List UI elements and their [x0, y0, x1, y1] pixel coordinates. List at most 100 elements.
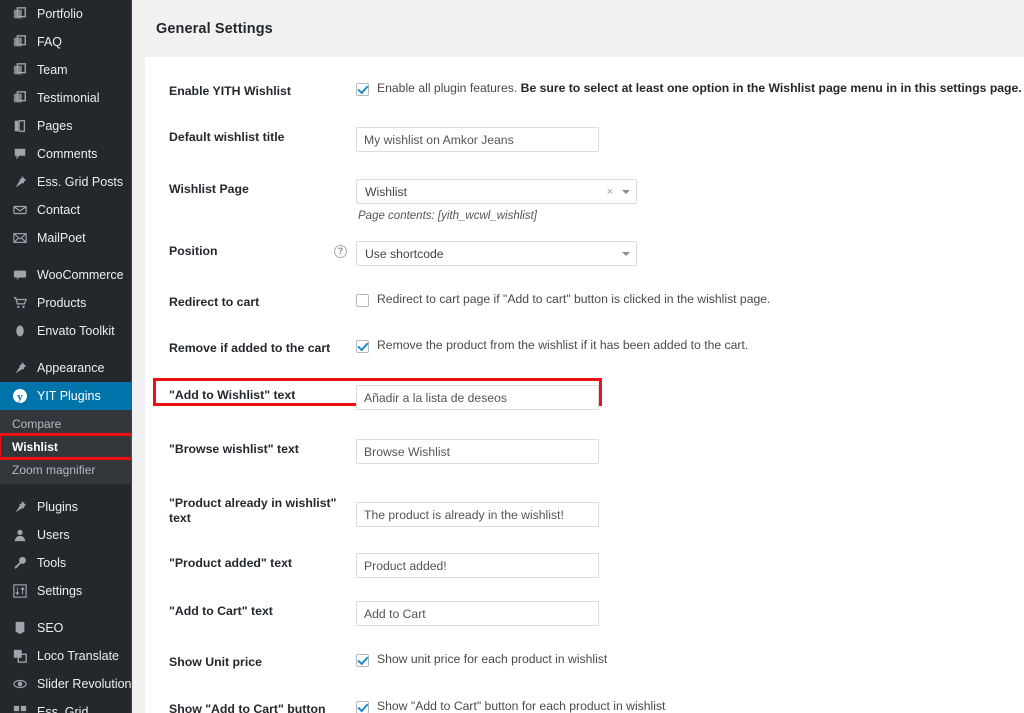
- row-field: [355, 553, 1024, 578]
- sidebar-item-ess-grid-posts[interactable]: Ess. Grid Posts: [0, 168, 132, 196]
- position-select[interactable]: Use shortcode: [356, 241, 637, 266]
- remove-if-added-control[interactable]: Remove the product from the wishlist if …: [356, 338, 1024, 353]
- row-label: Enable YITH Wishlist: [169, 84, 291, 98]
- row-remove-if-added: Remove if added to the cart Remove the p…: [145, 338, 1024, 356]
- submenu-item-wishlist[interactable]: Wishlist: [0, 433, 132, 460]
- row-browse-wishlist-text: "Browse wishlist" text: [145, 439, 1024, 464]
- grid-icon: [10, 702, 30, 713]
- product-added-text-input[interactable]: [356, 553, 599, 578]
- row-label: Default wishlist title: [169, 130, 285, 144]
- row-field: Remove the product from the wishlist if …: [355, 338, 1024, 353]
- yith-icon: y: [10, 386, 30, 406]
- enable-wishlist-checkbox[interactable]: [356, 83, 369, 96]
- redirect-cart-checkbox[interactable]: [356, 294, 369, 307]
- row-show-add-to-cart-button: Show "Add to Cart" button Show "Add to C…: [145, 699, 1024, 713]
- show-add-to-cart-button-checkbox[interactable]: [356, 701, 369, 713]
- sidebar-item-label: FAQ: [37, 34, 63, 49]
- show-unit-price-checkbox[interactable]: [356, 654, 369, 667]
- sidebar-item-ess-grid[interactable]: Ess. Grid: [0, 698, 132, 713]
- show-unit-price-control[interactable]: Show unit price for each product in wish…: [356, 652, 1024, 667]
- main-content: General Settings Enable YITH Wishlist En…: [132, 0, 1024, 713]
- sidebar-item-label: YIT Plugins: [37, 388, 101, 403]
- wishlist-page-hint: Page contents: [yith_wcwl_wishlist]: [358, 210, 537, 222]
- sidebar-item-yit-plugins[interactable]: y YIT Plugins: [0, 382, 132, 410]
- row-label: "Product already in wishlist" text: [169, 496, 337, 525]
- chevron-down-icon[interactable]: [622, 251, 630, 256]
- show-add-to-cart-button-description: Show "Add to Cart" button for each produ…: [377, 699, 666, 713]
- already-in-wishlist-text-input[interactable]: [356, 502, 599, 527]
- submenu-item-label: Compare: [12, 416, 62, 431]
- sidebar-item-plugins[interactable]: Plugins: [0, 493, 132, 521]
- row-label: "Add to Wishlist" text: [169, 388, 296, 402]
- row-field: Show unit price for each product in wish…: [355, 652, 1024, 667]
- sidebar-item-slider-revolution[interactable]: Slider Revolution: [0, 670, 132, 698]
- add-to-wishlist-text-input[interactable]: [356, 385, 599, 410]
- sidebar-item-label: Slider Revolution: [37, 676, 132, 691]
- sidebar-item-label: Ess. Grid: [37, 704, 89, 713]
- page-header: General Settings: [132, 0, 1024, 57]
- portfolio-icon: [10, 4, 30, 24]
- sidebar-item-pages[interactable]: Pages: [0, 112, 132, 140]
- row-field: Show "Add to Cart" button for each produ…: [355, 699, 1024, 713]
- row-label: Show "Add to Cart" button: [169, 702, 326, 713]
- default-wishlist-title-input[interactable]: [356, 127, 599, 152]
- sidebar-item-users[interactable]: Users: [0, 521, 132, 549]
- sidebar-item-faq[interactable]: FAQ: [0, 28, 132, 56]
- sidebar-item-team[interactable]: Team: [0, 56, 132, 84]
- browse-wishlist-text-input[interactable]: [356, 439, 599, 464]
- row-default-title: Default wishlist title: [145, 127, 1024, 152]
- sidebar-item-appearance[interactable]: Appearance: [0, 354, 132, 382]
- faq-icon: [10, 32, 30, 52]
- show-unit-price-description: Show unit price for each product in wish…: [377, 652, 608, 666]
- sidebar-item-woocommerce[interactable]: WooCommerce: [0, 261, 132, 289]
- row-label: Redirect to cart: [169, 295, 260, 309]
- sidebar-separator: [0, 484, 132, 493]
- sidebar-item-label: Pages: [37, 118, 73, 133]
- plugin-icon: [10, 497, 30, 517]
- brush-icon: [10, 358, 30, 378]
- help-icon[interactable]: ?: [334, 245, 347, 258]
- sidebar-item-seo[interactable]: SEO: [0, 614, 132, 642]
- show-add-to-cart-button-control[interactable]: Show "Add to Cart" button for each produ…: [356, 699, 1024, 713]
- sidebar-item-products[interactable]: Products: [0, 289, 132, 317]
- row-field: Wishlist × Page contents: [yith_wcwl_wis…: [355, 179, 1024, 222]
- row-field: [355, 439, 1024, 464]
- row-field: Enable all plugin features. Be sure to s…: [355, 81, 1024, 96]
- admin-sidebar: Portfolio FAQ Team Testimonial Pages Com…: [0, 0, 132, 713]
- sidebar-item-portfolio[interactable]: Portfolio: [0, 0, 132, 28]
- sidebar-item-label: Appearance: [37, 360, 105, 375]
- wishlist-page-select[interactable]: Wishlist ×: [356, 179, 637, 204]
- redirect-cart-control[interactable]: Redirect to cart page if "Add to cart" b…: [356, 292, 1024, 307]
- sidebar-item-settings[interactable]: Settings: [0, 577, 132, 605]
- enable-wishlist-control[interactable]: Enable all plugin features. Be sure to s…: [356, 81, 1024, 96]
- submenu-item-zoom-magnifier[interactable]: Zoom magnifier: [0, 458, 132, 481]
- sidebar-item-contact[interactable]: Contact: [0, 196, 132, 224]
- remove-if-added-checkbox[interactable]: [356, 340, 369, 353]
- row-product-added-text: "Product added" text: [145, 553, 1024, 578]
- sidebar-item-mailpoet[interactable]: MailPoet: [0, 224, 132, 252]
- sidebar-item-label: Users: [37, 527, 70, 542]
- chevron-down-icon[interactable]: [622, 189, 630, 194]
- sidebar-item-label: Envato Toolkit: [37, 323, 115, 338]
- row-add-to-cart-text: "Add to Cart" text: [145, 601, 1024, 626]
- team-icon: [10, 60, 30, 80]
- envato-icon: [10, 321, 30, 341]
- sidebar-item-label: Comments: [37, 146, 98, 161]
- close-icon[interactable]: ×: [607, 186, 613, 198]
- sidebar-item-envato-toolkit[interactable]: Envato Toolkit: [0, 317, 132, 345]
- add-to-cart-text-input[interactable]: [356, 601, 599, 626]
- seo-icon: [10, 618, 30, 638]
- row-redirect-cart: Redirect to cart Redirect to cart page i…: [145, 292, 1024, 310]
- sidebar-item-label: Tools: [37, 555, 67, 570]
- sidebar-item-testimonial[interactable]: Testimonial: [0, 84, 132, 112]
- comments-icon: [10, 144, 30, 164]
- sidebar-item-loco-translate[interactable]: Loco Translate: [0, 642, 132, 670]
- sidebar-separator: [0, 345, 132, 354]
- sidebar-item-comments[interactable]: Comments: [0, 140, 132, 168]
- sidebar-item-label: Settings: [37, 583, 83, 598]
- submenu-item-label: Zoom magnifier: [12, 462, 96, 477]
- wrench-icon: [10, 553, 30, 573]
- sidebar-item-tools[interactable]: Tools: [0, 549, 132, 577]
- enable-wishlist-description: Enable all plugin features. Be sure to s…: [377, 81, 1024, 96]
- submenu-item-compare[interactable]: Compare: [0, 412, 132, 435]
